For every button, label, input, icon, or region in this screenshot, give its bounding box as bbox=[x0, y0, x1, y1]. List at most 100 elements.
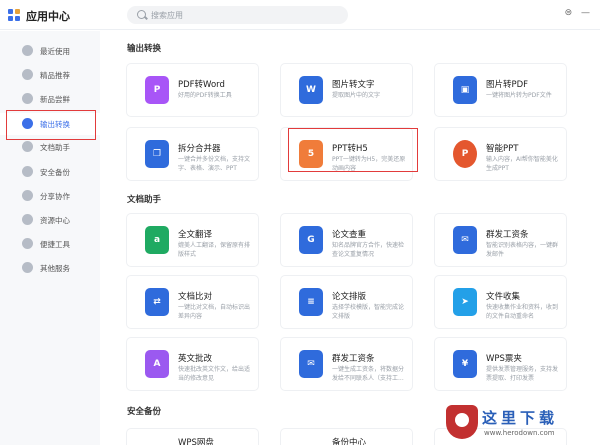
app-card-compare[interactable]: ⇄ 文档比对 一键比对文档，自动标识出差异内容 bbox=[127, 276, 258, 328]
split-merge-icon: ❐ bbox=[145, 140, 169, 168]
sidebar-item-label: 分享协作 bbox=[40, 192, 70, 201]
card-title: 论文查重 bbox=[332, 230, 367, 240]
highlight-frame bbox=[288, 128, 418, 172]
section-title: 文档助手 bbox=[127, 195, 162, 205]
sidebar: 最近使用 精品推荐 新品尝鲜 输出转换 文档助手 安全备份 分享协作 资源中心 … bbox=[0, 31, 100, 445]
payslip-icon: ✉ bbox=[453, 226, 477, 254]
card-title: 图片转PDF bbox=[486, 80, 529, 90]
app-card-image-to-pdf[interactable]: ▣ 图片转PDF 一键将图片转为PDF文件 bbox=[435, 64, 566, 116]
app-grid-icon bbox=[8, 9, 20, 21]
app-card-payslip[interactable]: ✉ 群发工资条 智能识别表格内容，一键群发邮件 bbox=[435, 214, 566, 266]
image-text-icon: W bbox=[299, 76, 323, 104]
card-desc: 快速批改英文作文，给出适当的修改意见 bbox=[178, 366, 251, 382]
app-card-split-merge[interactable]: ❐ 拆分合并器 一键合并多份文档，支持文字、表格、演示、PPT bbox=[127, 128, 258, 180]
collect-icon: ➤ bbox=[453, 288, 477, 316]
sidebar-item-label: 文档助手 bbox=[40, 143, 70, 152]
app-card-pdf-to-word[interactable]: P PDF转Word 好用的PDF转换工具 bbox=[127, 64, 258, 116]
search-box[interactable] bbox=[127, 6, 348, 24]
correct-icon: A bbox=[145, 350, 169, 378]
search-input[interactable] bbox=[151, 6, 341, 24]
heart-icon bbox=[22, 45, 33, 56]
app-card-english-correct[interactable]: A 英文批改 快速批改英文作文，给出适当的修改意见 bbox=[127, 338, 258, 390]
sidebar-item-share[interactable]: 分享协作 bbox=[0, 185, 100, 207]
shield-icon bbox=[22, 166, 33, 177]
card-title: 备份中心 bbox=[332, 438, 367, 445]
app-card-mass-mail[interactable]: ✉ 群发工资条 一键生成工资条，将数据分发给不同联系人（支持工... bbox=[281, 338, 412, 390]
diamond-icon bbox=[22, 69, 33, 80]
app-card-image-to-text[interactable]: W 图片转文字 提取图片中的文字 bbox=[281, 64, 412, 116]
app-card-plagiarism[interactable]: G 论文查重 知名品牌官方合作，快速检查论文重复情况 bbox=[281, 214, 412, 266]
card-desc: 一键生成工资条，将数据分发给不同联系人（支持工... bbox=[332, 366, 405, 382]
sidebar-item-label: 最近使用 bbox=[40, 47, 70, 56]
card-desc: 提取图片中的文字 bbox=[332, 92, 381, 99]
app-card-wps-cloud[interactable]: WPS网盘 bbox=[127, 429, 258, 445]
card-title: 图片转文字 bbox=[332, 80, 375, 90]
card-title: 拆分合并器 bbox=[178, 144, 221, 154]
sidebar-item-backup[interactable]: 安全备份 bbox=[0, 161, 100, 183]
resource-icon bbox=[22, 214, 33, 225]
card-desc: 智能识别表格内容，一键群发邮件 bbox=[486, 242, 559, 258]
app-card-translate[interactable]: a 全文翻译 媲美人工翻译，保留原有排版样式 bbox=[127, 214, 258, 266]
card-title: 英文批改 bbox=[178, 354, 213, 364]
image-pdf-icon: ▣ bbox=[453, 76, 477, 104]
section-title: 输出转换 bbox=[127, 44, 162, 54]
card-desc: 选择学校模版，智能完成论文排版 bbox=[332, 304, 405, 320]
watermark-logo: 这里下载 www.herodown.com bbox=[446, 405, 596, 441]
highlight-frame bbox=[6, 110, 96, 140]
app-card-thesis-layout[interactable]: ≡ 论文排版 选择学校模版，智能完成论文排版 bbox=[281, 276, 412, 328]
card-title: WPS票夹 bbox=[486, 354, 522, 364]
flame-icon bbox=[22, 93, 33, 104]
doc-helper-icon bbox=[22, 141, 33, 152]
pdf-icon: P bbox=[145, 76, 169, 104]
sidebar-item-recent[interactable]: 最近使用 bbox=[0, 40, 100, 62]
card-desc: 媲美人工翻译，保留原有排版样式 bbox=[178, 242, 251, 258]
app-card-file-collect[interactable]: ➤ 文件收集 快速收集作业和资料，收到的文件自动重命名 bbox=[435, 276, 566, 328]
sidebar-item-label: 精品推荐 bbox=[40, 71, 70, 80]
card-desc: 知名品牌官方合作，快速检查论文重复情况 bbox=[332, 242, 405, 258]
card-desc: 一键比对文档，自动标识出差异内容 bbox=[178, 304, 251, 320]
card-title: 群发工资条 bbox=[486, 230, 529, 240]
card-title: 群发工资条 bbox=[332, 354, 375, 364]
sidebar-item-label: 安全备份 bbox=[40, 168, 70, 177]
shield-logo-icon bbox=[446, 405, 478, 439]
sidebar-item-featured[interactable]: 精品推荐 bbox=[0, 64, 100, 86]
card-title: PDF转Word bbox=[178, 80, 225, 90]
card-title: 论文排版 bbox=[332, 292, 367, 302]
card-title: WPS网盘 bbox=[178, 438, 214, 445]
plagiarism-icon: G bbox=[299, 226, 323, 254]
search-icon bbox=[137, 10, 146, 19]
minimize-icon[interactable]: — bbox=[581, 8, 590, 18]
section-title: 安全备份 bbox=[127, 407, 162, 417]
smart-ppt-icon: P bbox=[453, 140, 477, 168]
card-desc: 提供发票管理服务，支持发票提取、打印发票 bbox=[486, 366, 559, 382]
app-card-backup-center[interactable]: 备份中心 bbox=[281, 429, 412, 445]
card-title: 全文翻译 bbox=[178, 230, 213, 240]
app-title: 应用中心 bbox=[26, 10, 70, 23]
layout-icon: ≡ bbox=[299, 288, 323, 316]
card-desc: 输入内容，AI帮你智能美化生成PPT bbox=[486, 156, 558, 172]
sidebar-item-tools[interactable]: 便捷工具 bbox=[0, 233, 100, 255]
sidebar-item-label: 其他服务 bbox=[40, 264, 70, 273]
watermark-url: www.herodown.com bbox=[484, 429, 555, 437]
window-controls: ⊜ — bbox=[559, 8, 590, 18]
sidebar-item-other[interactable]: 其他服务 bbox=[0, 257, 100, 279]
sidebar-item-new[interactable]: 新品尝鲜 bbox=[0, 88, 100, 110]
card-desc: 一键将图片转为PDF文件 bbox=[486, 92, 552, 99]
card-desc: 一键合并多份文档，支持文字、表格、演示、PPT bbox=[178, 156, 251, 172]
sidebar-item-resources[interactable]: 资源中心 bbox=[0, 209, 100, 231]
chat-icon[interactable]: ⊜ bbox=[565, 8, 573, 18]
lightning-icon bbox=[22, 238, 33, 249]
share-icon bbox=[22, 190, 33, 201]
sidebar-item-label: 新品尝鲜 bbox=[40, 95, 70, 104]
watermark-text: 这里下载 bbox=[482, 409, 559, 427]
ticket-icon: ¥ bbox=[453, 350, 477, 378]
card-title: 文件收集 bbox=[486, 292, 521, 302]
card-title: 智能PPT bbox=[486, 144, 519, 154]
translate-icon: a bbox=[145, 226, 169, 254]
app-card-smart-ppt[interactable]: P 智能PPT 输入内容，AI帮你智能美化生成PPT bbox=[435, 128, 566, 180]
app-card-invoice-folder[interactable]: ¥ WPS票夹 提供发票管理服务，支持发票提取、打印发票 bbox=[435, 338, 566, 390]
sidebar-item-label: 便捷工具 bbox=[40, 240, 70, 249]
card-desc: 快速收集作业和资料，收到的文件自动重命名 bbox=[486, 304, 559, 320]
sidebar-item-label: 资源中心 bbox=[40, 216, 70, 225]
card-desc: 好用的PDF转换工具 bbox=[178, 92, 232, 99]
